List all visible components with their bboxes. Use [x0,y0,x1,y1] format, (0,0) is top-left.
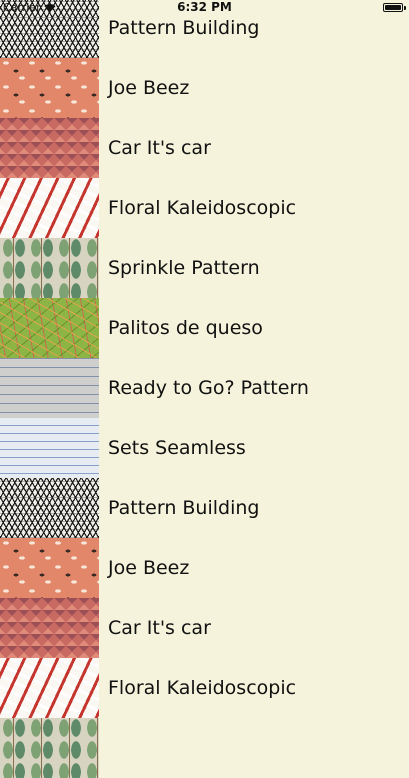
list-item[interactable] [0,718,409,778]
pattern-title: Sets Seamless [108,437,246,459]
battery-icon [383,3,403,12]
pattern-title: Floral Kaleidoscopic [108,197,297,219]
list-item[interactable]: Sets Seamless [0,418,409,478]
list-item[interactable]: Floral Kaleidoscopic [0,178,409,238]
pattern-title: Joe Beez [108,77,190,99]
status-bar: Carrier 6:32 PM [0,0,409,16]
pattern-thumbnail [0,238,99,298]
pattern-thumbnail [0,478,99,538]
pattern-thumbnail [0,358,99,418]
status-time: 6:32 PM [177,0,232,14]
pattern-title: Car It's car [108,137,211,159]
pattern-thumbnail [0,58,99,118]
pattern-thumbnail [0,418,99,478]
list-item[interactable]: Car It's car [0,598,409,658]
battery-tip [404,6,406,10]
pattern-title: Pattern Building [108,497,260,519]
pattern-thumbnail [0,178,99,238]
pattern-title: Car It's car [108,617,211,639]
list-item[interactable]: Ready to Go? Pattern [0,358,409,418]
pattern-thumbnail [0,598,99,658]
list-item[interactable]: Joe Beez [0,538,409,598]
pattern-list[interactable]: Pattern Building Joe Beez Car It's car F… [0,0,409,778]
pattern-thumbnail [0,718,99,778]
pattern-title: Sprinkle Pattern [108,257,260,279]
pattern-title: Floral Kaleidoscopic [108,677,297,699]
pattern-title: Palitos de queso [108,317,263,339]
list-item[interactable]: Joe Beez [0,58,409,118]
list-item[interactable]: Floral Kaleidoscopic [0,658,409,718]
list-item[interactable]: Pattern Building [0,478,409,538]
pattern-title: Joe Beez [108,557,190,579]
pattern-thumbnail [0,298,99,358]
list-item[interactable]: Palitos de queso [0,298,409,358]
pattern-title: Ready to Go? Pattern [108,377,309,399]
list-item[interactable]: Sprinkle Pattern [0,238,409,298]
pattern-thumbnail [0,658,99,718]
pattern-thumbnail [0,538,99,598]
list-item[interactable]: Car It's car [0,118,409,178]
pattern-thumbnail [0,118,99,178]
